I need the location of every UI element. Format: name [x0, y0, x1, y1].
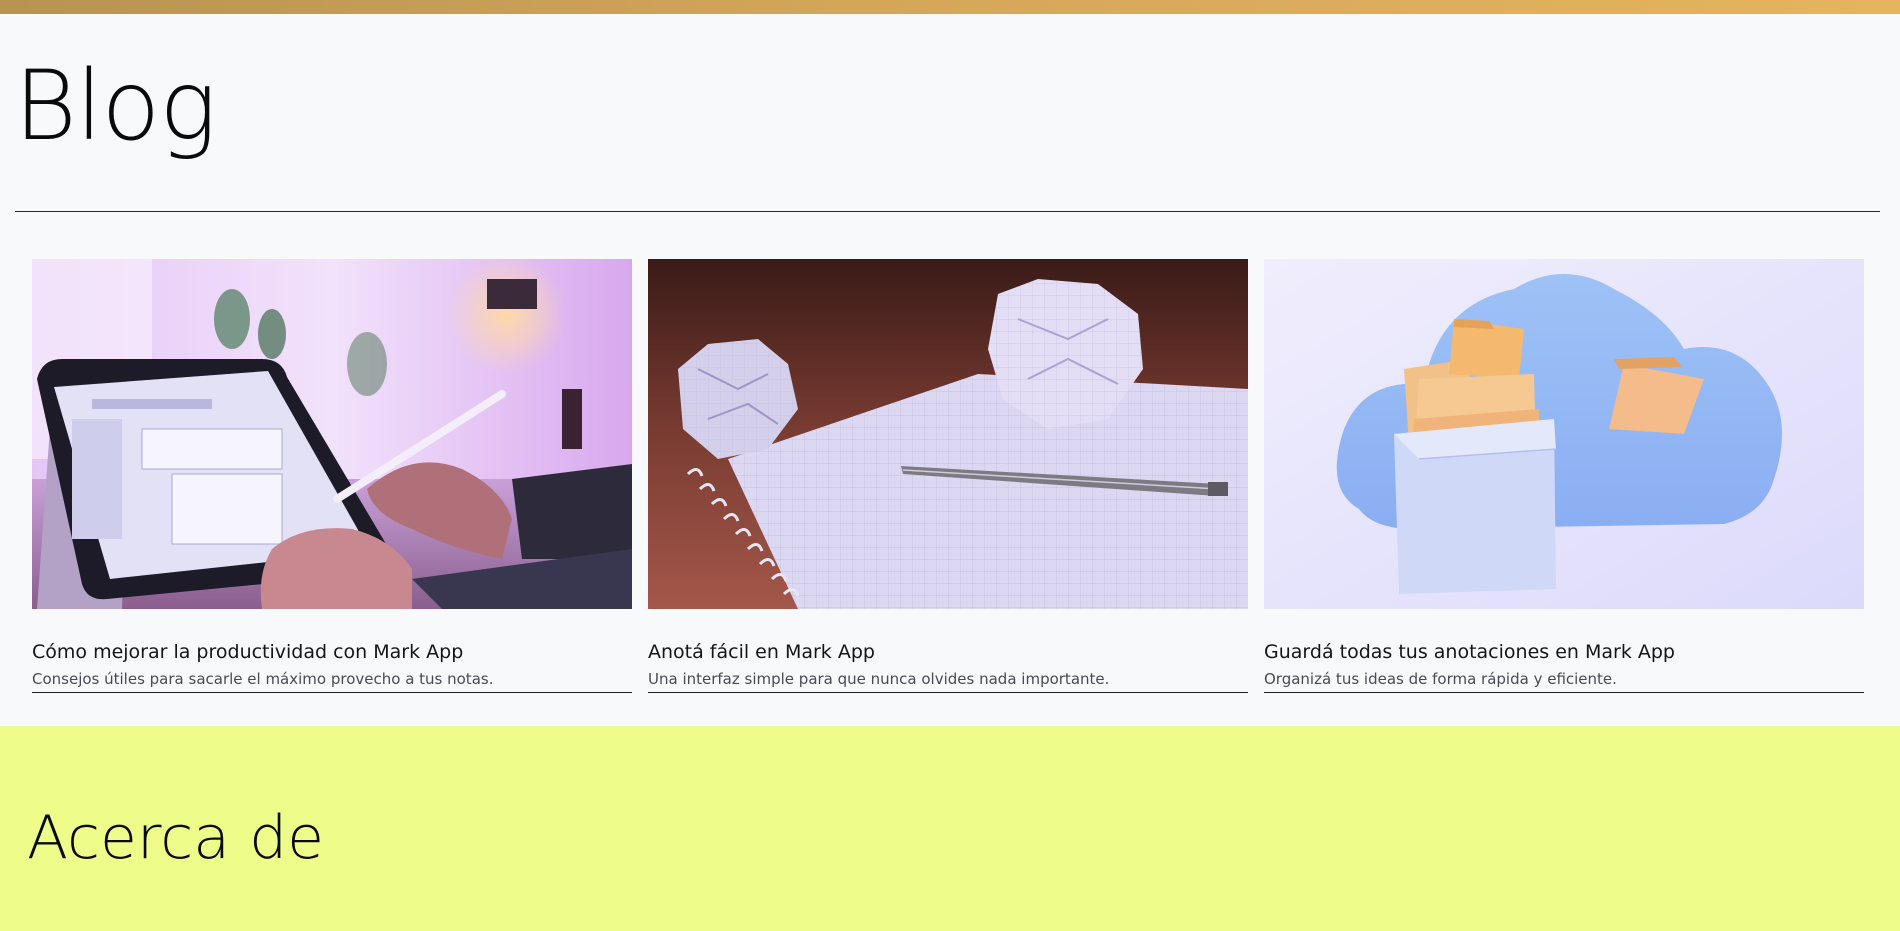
blog-post-card[interactable]: Guardá todas tus anotaciones en Mark App… [1264, 259, 1864, 693]
about-section: Acerca de [0, 726, 1900, 931]
cloud-folders-illustration [1264, 259, 1864, 609]
about-heading: Acerca de [27, 803, 325, 873]
post-description: Organizá tus ideas de forma rápida y efi… [1264, 670, 1617, 688]
post-title[interactable]: Cómo mejorar la productividad con Mark A… [32, 641, 463, 663]
post-title[interactable]: Anotá fácil en Mark App [648, 641, 875, 663]
blog-section: Blog Cómo mejorar la productividad con M… [0, 14, 1900, 726]
blog-post-card[interactable]: Cómo mejorar la productividad con Mark A… [32, 259, 632, 693]
post-image-notebook[interactable] [648, 259, 1248, 609]
tablet-with-stylus-photo [32, 259, 632, 609]
blog-divider [15, 211, 1880, 212]
post-title[interactable]: Guardá todas tus anotaciones en Mark App [1264, 641, 1675, 663]
blog-post-list: Cómo mejorar la productividad con Mark A… [32, 259, 1864, 693]
post-description: Consejos útiles para sacarle el máximo p… [32, 670, 494, 688]
notebook-and-pen-photo [648, 259, 1248, 609]
top-accent-bar [0, 0, 1900, 14]
blog-post-card[interactable]: Anotá fácil en Mark App Una interfaz sim… [648, 259, 1248, 693]
blog-heading: Blog [14, 50, 217, 162]
post-image-cloud[interactable] [1264, 259, 1864, 609]
post-image-tablet[interactable] [32, 259, 632, 609]
post-description: Una interfaz simple para que nunca olvid… [648, 670, 1110, 688]
